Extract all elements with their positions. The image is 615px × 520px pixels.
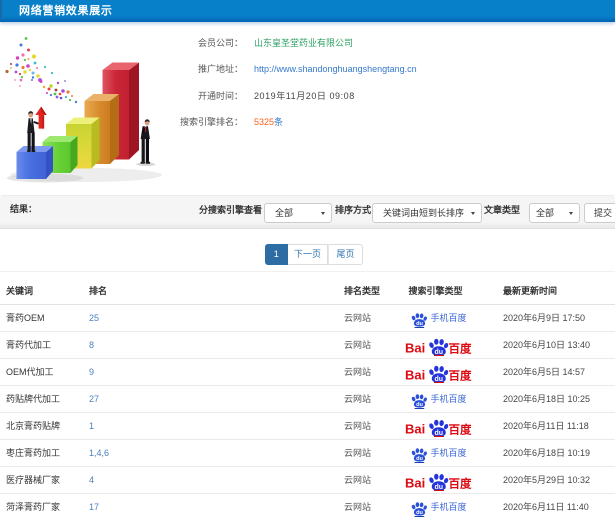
svg-text:du: du	[416, 321, 423, 327]
svg-text:百度: 百度	[449, 369, 472, 383]
svg-text:du: du	[435, 376, 444, 383]
svg-text:du: du	[435, 484, 444, 491]
svg-text:du: du	[435, 349, 444, 356]
svg-text:百度: 百度	[449, 477, 472, 491]
svg-text:du: du	[416, 402, 423, 408]
svg-text:Bai: Bai	[405, 341, 425, 356]
svg-text:Bai: Bai	[405, 422, 425, 437]
svg-text:du: du	[416, 456, 423, 462]
svg-text:Bai: Bai	[405, 368, 425, 383]
svg-text:Bai: Bai	[405, 476, 425, 491]
svg-text:du: du	[435, 430, 444, 437]
svg-text:百度: 百度	[449, 423, 472, 437]
svg-text:百度: 百度	[449, 342, 472, 356]
svg-text:du: du	[416, 510, 423, 516]
